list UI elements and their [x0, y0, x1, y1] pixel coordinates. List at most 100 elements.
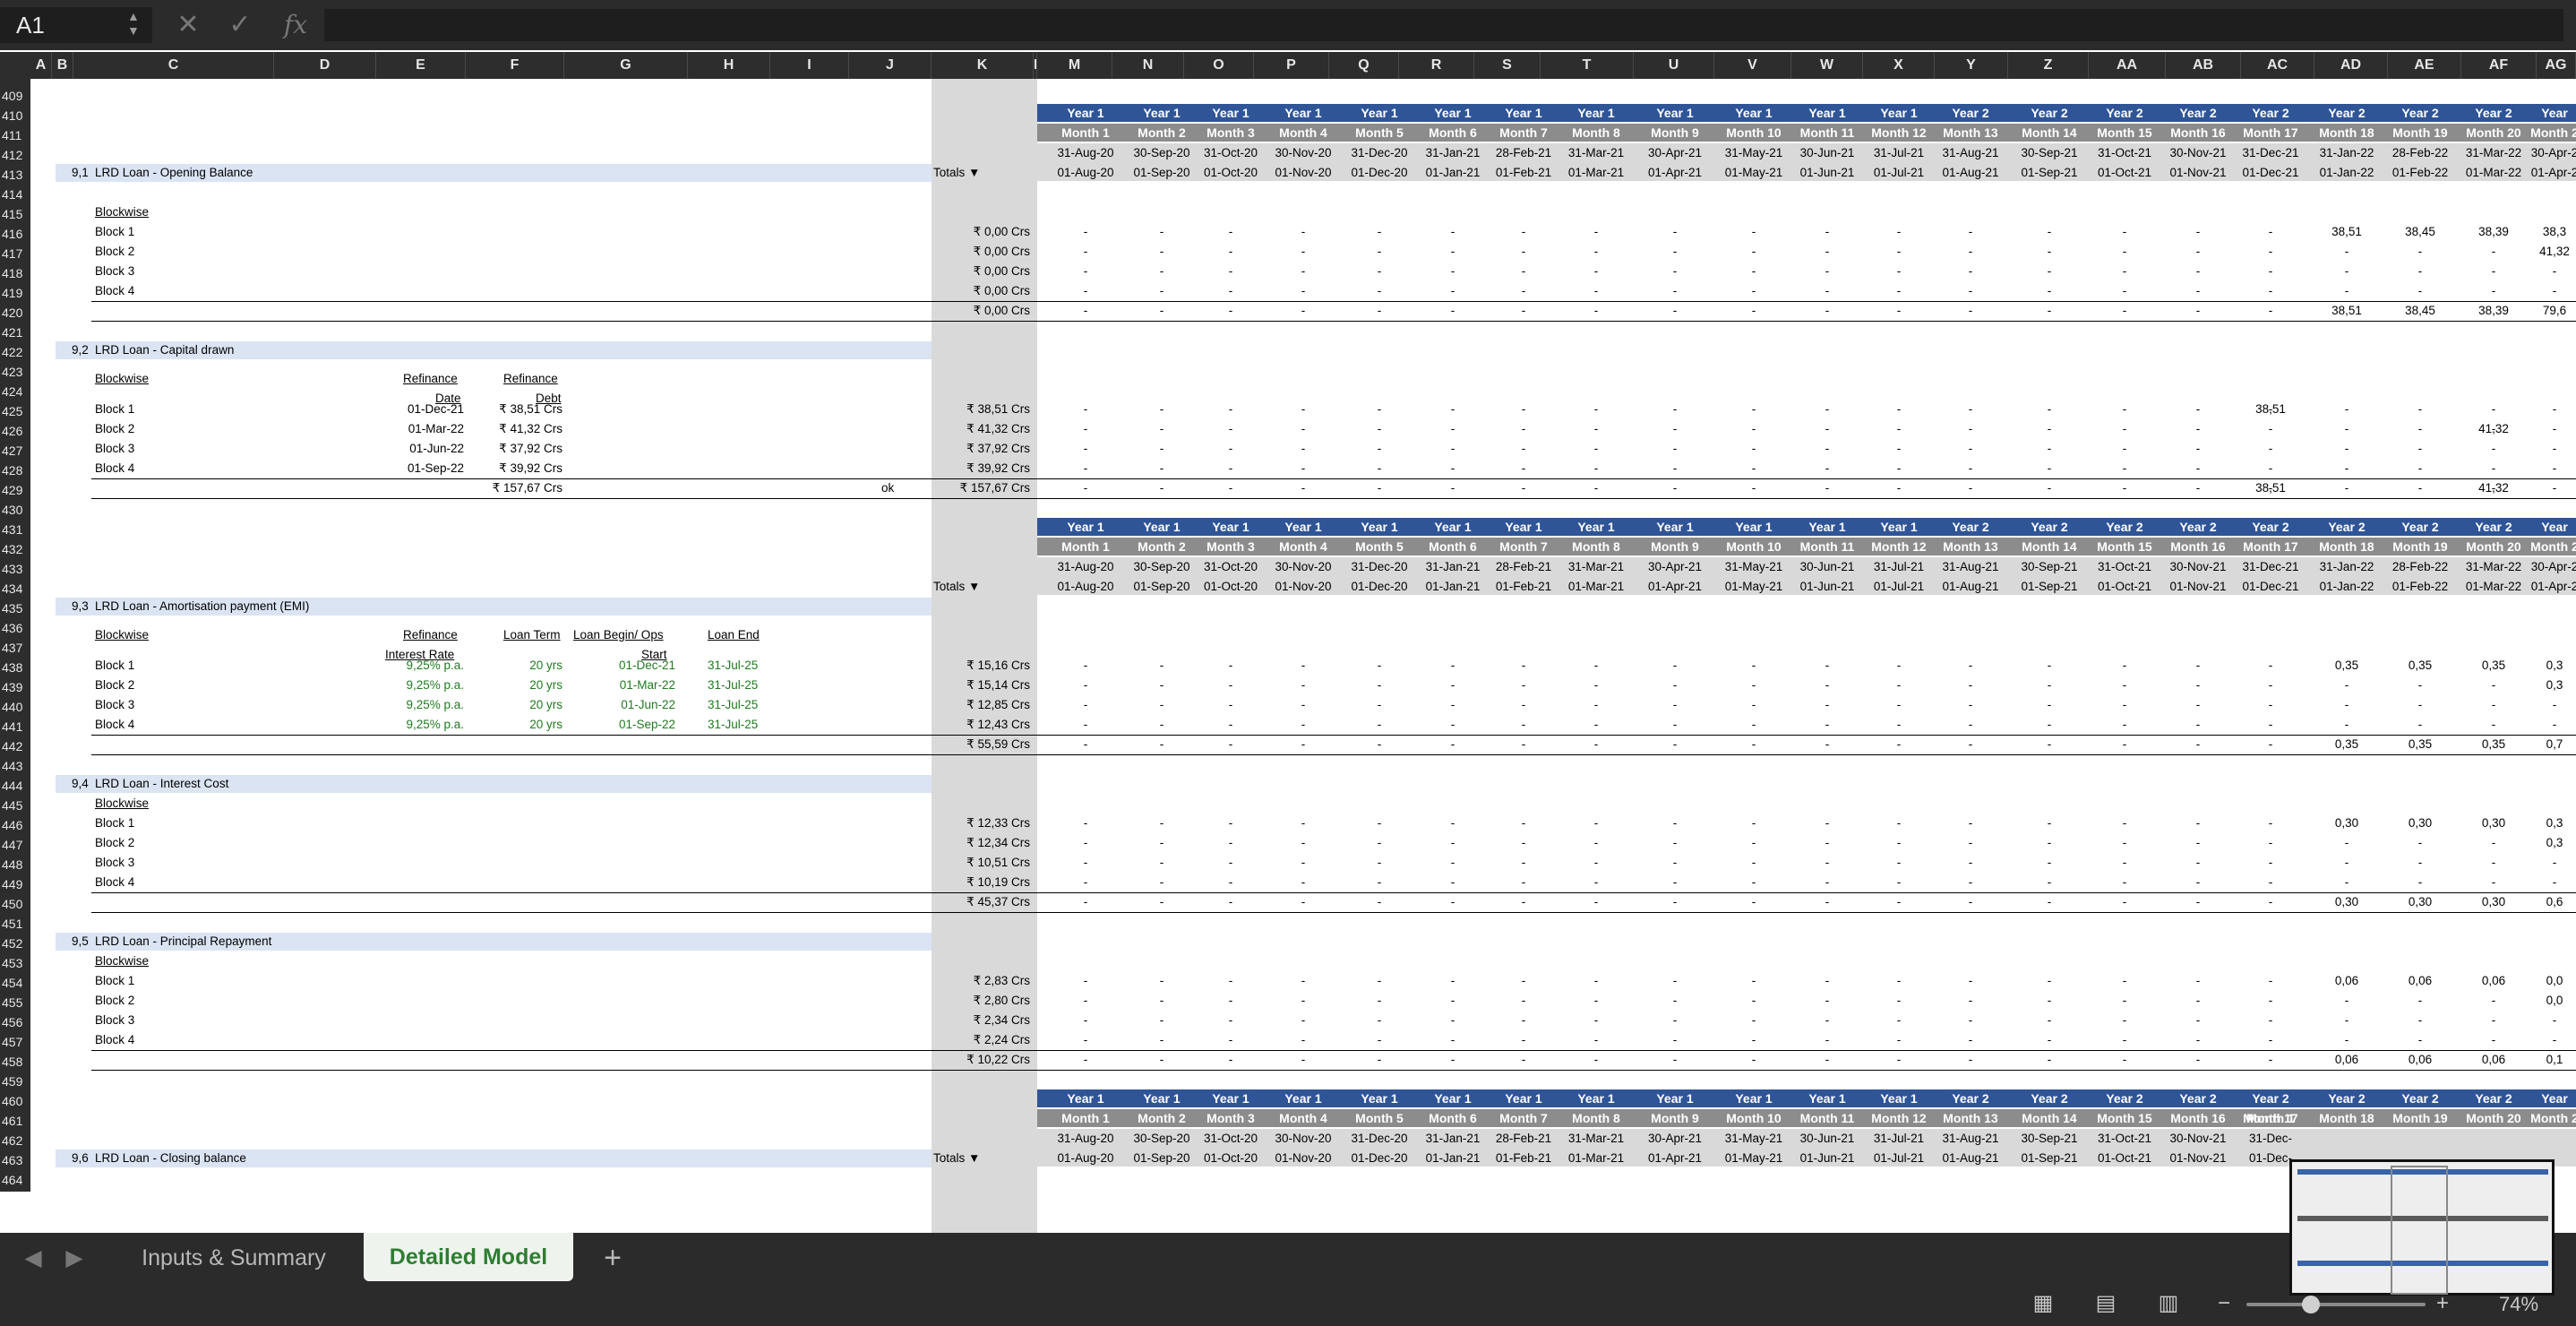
timeline-cell[interactable]: - [1135, 283, 1189, 299]
timeline-cell[interactable]: - [1727, 697, 1781, 713]
name-box-stepper[interactable]: ▲ ▼ [127, 9, 140, 38]
timeline-cell[interactable]: - [1059, 244, 1112, 260]
timeline-cell[interactable]: - [2171, 441, 2225, 457]
column-header[interactable]: S [1474, 52, 1541, 79]
period-end-date[interactable]: 28-Feb-22 [2384, 557, 2456, 576]
period-end-date[interactable]: 31-Jul-21 [1863, 143, 1935, 162]
timeline-cell[interactable]: - [1059, 441, 1112, 457]
column-header[interactable]: AF [2461, 52, 2537, 79]
year-header[interactable]: Year 2 [2162, 104, 2234, 122]
timeline-value[interactable]: 0,3 [2522, 835, 2576, 851]
period-end-date[interactable]: 31-Mar-21 [1560, 557, 1632, 576]
month-header[interactable]: Month 2 [2519, 124, 2576, 142]
period-start-date[interactable]: 01-Sep-20 [1126, 163, 1198, 182]
totals-dropdown[interactable]: Totals ▼ [933, 1150, 980, 1167]
period-start-date[interactable]: 01-Aug-20 [1050, 1149, 1121, 1167]
timeline-cell[interactable]: - [1648, 480, 1702, 496]
timeline-cell[interactable]: - [2022, 421, 2076, 437]
timeline-cell[interactable]: - [2098, 815, 2151, 831]
timeline-cell[interactable]: - [1727, 1052, 1781, 1068]
loan-term[interactable]: 20 yrs [466, 717, 562, 733]
timeline-cell[interactable]: - [1276, 224, 1330, 240]
timeline-cell[interactable]: - [1059, 993, 1112, 1009]
row-header[interactable]: 444 [0, 776, 30, 796]
column-label[interactable]: Loan End [708, 627, 760, 643]
timeline-cell[interactable]: - [1135, 855, 1189, 871]
period-end-date[interactable]: 31-Mar-21 [1560, 143, 1632, 162]
timeline-cell[interactable]: - [2171, 421, 2225, 437]
timeline-cell[interactable]: - [1135, 736, 1189, 753]
timeline-cell[interactable]: - [2244, 1052, 2297, 1068]
timeline-cell[interactable]: - [1059, 224, 1112, 240]
timeline-value[interactable]: - [2314, 993, 2379, 1009]
column-header[interactable]: K [932, 52, 1034, 79]
year-header[interactable]: Year 1 [1639, 518, 1711, 536]
normal-view-icon[interactable]: ▦ [2028, 1290, 2058, 1317]
block-label[interactable]: Block 2 [95, 244, 134, 260]
timeline-cell[interactable]: - [1648, 401, 1702, 418]
timeline-cell[interactable]: - [2022, 993, 2076, 1009]
column-header[interactable]: U [1634, 52, 1714, 79]
year-header[interactable]: Year [2519, 518, 2576, 536]
year-header[interactable]: Year 2 [2162, 518, 2234, 536]
timeline-cell[interactable]: - [1569, 1052, 1623, 1068]
month-header[interactable]: Month 1 [1050, 1109, 1121, 1127]
timeline-cell[interactable]: - [1352, 303, 1406, 319]
timeline-cell[interactable]: - [2244, 815, 2297, 831]
thumbnail-viewport[interactable] [2391, 1166, 2448, 1295]
timeline-value[interactable]: 38,39 [2461, 224, 2526, 240]
timeline-cell[interactable]: - [1872, 874, 1926, 891]
timeline-cell[interactable]: - [2393, 461, 2447, 477]
period-end-date[interactable]: 31-May-21 [1718, 143, 1790, 162]
timeline-cell[interactable]: - [1352, 993, 1406, 1009]
timeline-cell[interactable]: - [2244, 855, 2297, 871]
timeline-cell[interactable]: - [1648, 1032, 1702, 1048]
timeline-cell[interactable]: - [1648, 658, 1702, 674]
timeline-cell[interactable]: - [1204, 244, 1258, 260]
timeline-cell[interactable]: - [1352, 973, 1406, 989]
timeline-cell[interactable]: - [1497, 736, 1550, 753]
year-header[interactable]: Year 1 [1126, 104, 1198, 122]
timeline-cell[interactable]: - [1276, 421, 1330, 437]
timeline-cell[interactable]: - [2022, 658, 2076, 674]
month-header[interactable]: Month 18 [2311, 124, 2383, 142]
timeline-cell[interactable]: - [2393, 441, 2447, 457]
check-flag[interactable]: ok [881, 480, 894, 496]
month-header[interactable]: Month 8 [1560, 124, 1632, 142]
period-end-date[interactable]: 30-Sep-20 [1126, 1129, 1198, 1148]
timeline-cell[interactable]: - [2098, 303, 2151, 319]
timeline-cell[interactable]: - [1352, 401, 1406, 418]
timeline-value[interactable]: 0,35 [2461, 736, 2526, 753]
timeline-cell[interactable]: - [2022, 303, 2076, 319]
column-header[interactable]: B [52, 52, 73, 79]
timeline-cell[interactable]: - [1872, 1032, 1926, 1048]
timeline-cell[interactable]: - [1059, 303, 1112, 319]
timeline-cell[interactable]: - [1135, 480, 1189, 496]
timeline-cell[interactable]: - [2022, 401, 2076, 418]
total-value[interactable]: ₹ 0,00 Crs [932, 263, 1030, 280]
timeline-cell[interactable]: - [1497, 421, 1550, 437]
timeline-cell[interactable]: - [1135, 835, 1189, 851]
period-end-date[interactable]: 30-Sep-21 [2014, 557, 2085, 576]
month-header[interactable]: Month 4 [1267, 538, 1339, 555]
timeline-value[interactable]: - [2461, 263, 2526, 280]
page-break-view-icon[interactable]: ▥ [2153, 1290, 2184, 1317]
timeline-value[interactable]: 0,35 [2388, 736, 2452, 753]
timeline-cell[interactable]: - [1276, 973, 1330, 989]
timeline-cell[interactable]: - [1204, 855, 1258, 871]
timeline-value[interactable]: - [2388, 717, 2452, 733]
timeline-cell[interactable]: - [1426, 855, 1480, 871]
timeline-cell[interactable]: - [1872, 835, 1926, 851]
timeline-value[interactable]: 0,35 [2388, 658, 2452, 674]
block-label[interactable]: Block 2 [95, 677, 134, 693]
timeline-value[interactable]: 0,30 [2314, 894, 2379, 910]
period-start-date[interactable]: 01-Feb-22 [2384, 577, 2456, 596]
block-label[interactable]: Block 4 [95, 717, 134, 733]
timeline-cell[interactable]: - [2171, 894, 2225, 910]
timeline-cell[interactable]: - [1426, 835, 1480, 851]
month-header[interactable]: Month 17 [2235, 124, 2306, 142]
year-header[interactable]: Year 2 [2089, 518, 2160, 536]
month-header[interactable]: Month 15 [2089, 538, 2160, 555]
year-header[interactable]: Year 2 [2311, 104, 2383, 122]
interest-rate[interactable]: 9,25% p.a. [376, 697, 464, 713]
